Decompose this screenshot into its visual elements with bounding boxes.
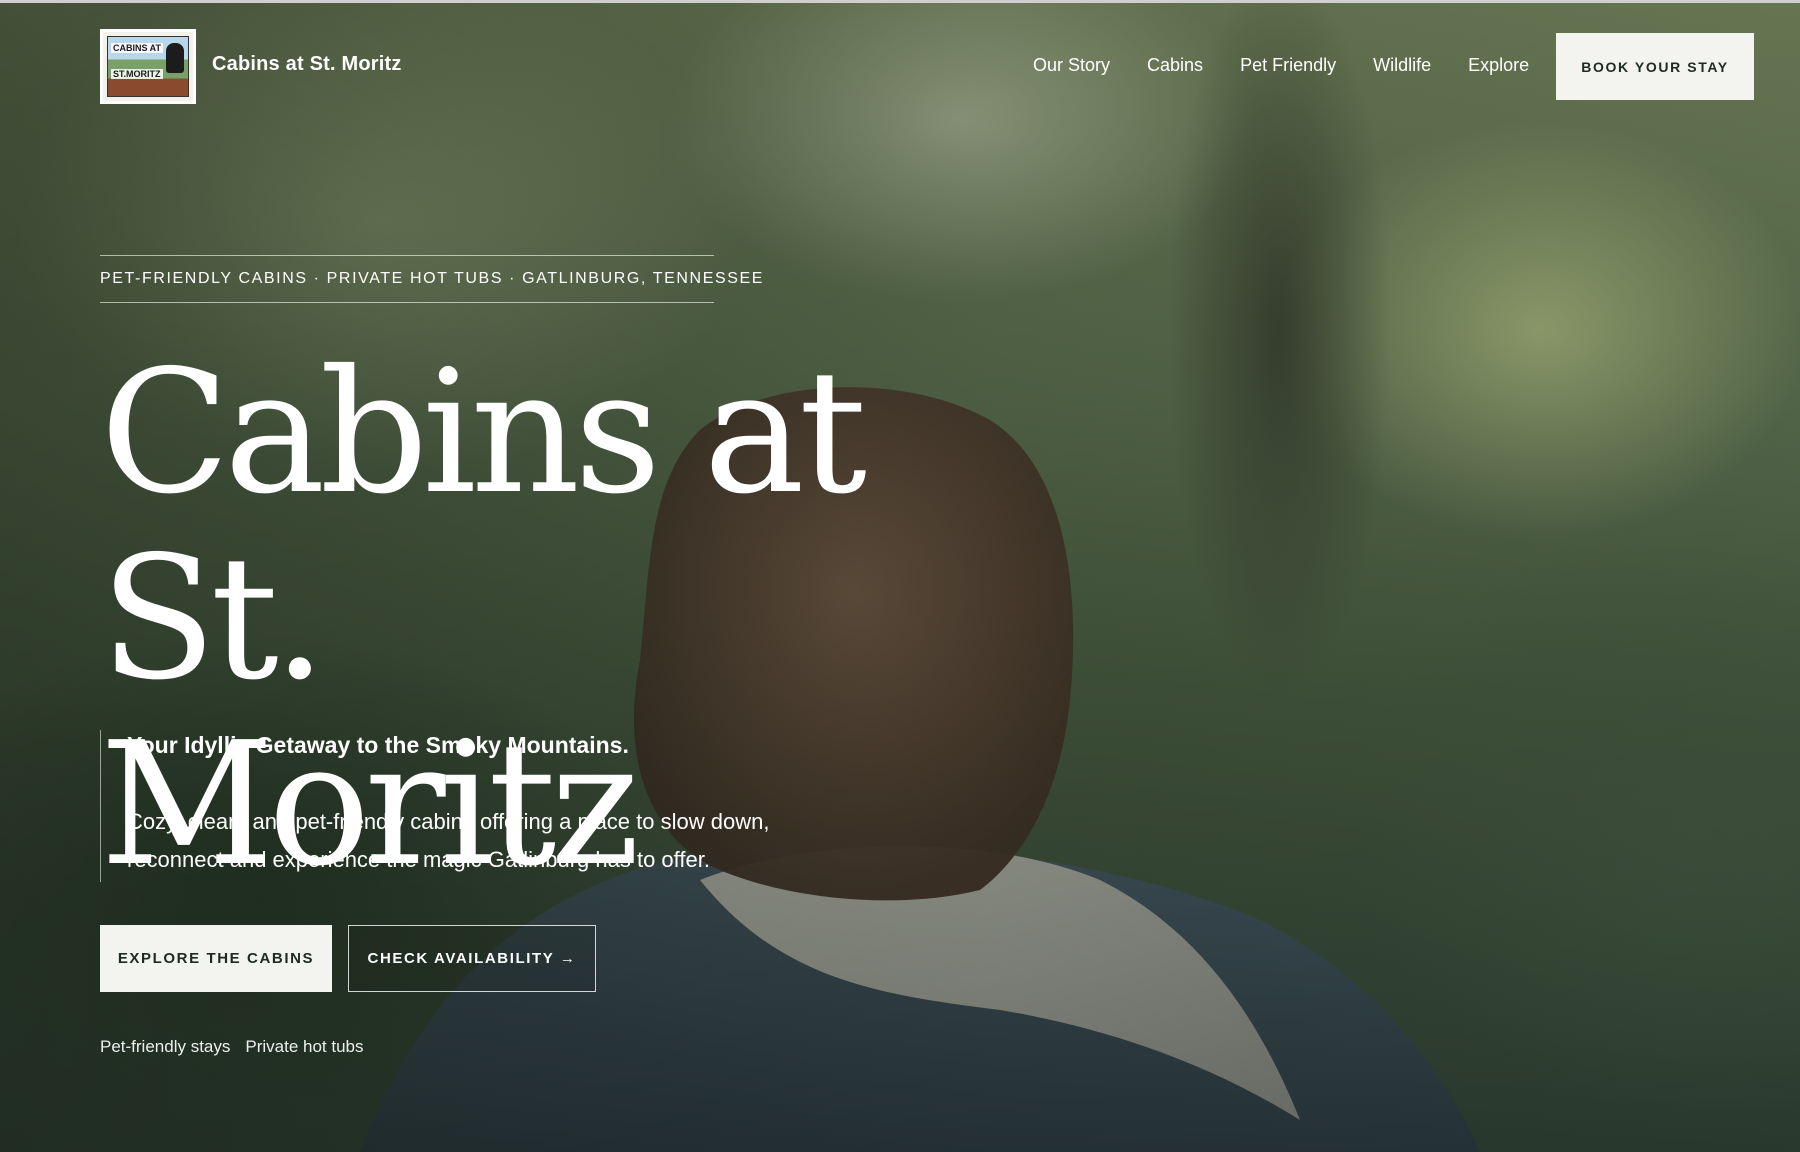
nav-item-pet-friendly[interactable]: Pet Friendly (1240, 55, 1336, 76)
site-logo[interactable]: CABINS AT ST.MORITZ (100, 29, 196, 104)
hero-tagline: Your Idyllic Getaway to the Smoky Mounta… (127, 732, 629, 758)
logo-text-bottom: ST.MORITZ (111, 69, 163, 79)
hero-description: Cozy, clean, and pet-friendly cabins off… (127, 809, 770, 872)
bear-icon (166, 43, 184, 73)
logo-image: CABINS AT ST.MORITZ (107, 36, 189, 97)
site-header: CABINS AT ST.MORITZ Cabins at St. Moritz… (0, 0, 1800, 130)
logo-text-top: CABINS AT (111, 43, 163, 53)
nav-item-cabins[interactable]: Cabins (1147, 55, 1203, 76)
feature-hot-tubs: Private hot tubs (245, 1037, 364, 1056)
hero-intro-block: Your Idyllic Getaway to the Smoky Mounta… (100, 730, 860, 882)
nav-item-explore[interactable]: Explore (1468, 55, 1529, 76)
book-your-stay-button[interactable]: BOOK YOUR STAY (1556, 33, 1754, 100)
explore-cabins-button[interactable]: EXPLORE THE CABINS (100, 925, 332, 992)
nav-item-wildlife[interactable]: Wildlife (1373, 55, 1431, 76)
main-nav: Our Story Cabins Pet Friendly Wildlife E… (1033, 55, 1529, 76)
hero-kicker: PET-FRIENDLY CABINS · PRIVATE HOT TUBS ·… (100, 255, 762, 303)
hero-section: CABINS AT ST.MORITZ Cabins at St. Moritz… (0, 0, 1800, 1152)
hero-features: Pet-friendly stays Private hot tubs (100, 1037, 364, 1057)
hero-cta-row: EXPLORE THE CABINS CHECK AVAILABILITY → (100, 925, 596, 992)
feature-pet-friendly: Pet-friendly stays (100, 1037, 231, 1056)
nav-item-our-story[interactable]: Our Story (1033, 55, 1110, 76)
check-availability-button[interactable]: CHECK AVAILABILITY → (348, 925, 596, 992)
headline-line-1: Cabins at St. (100, 334, 867, 718)
brand-name-link[interactable]: Cabins at St. Moritz (212, 53, 402, 76)
